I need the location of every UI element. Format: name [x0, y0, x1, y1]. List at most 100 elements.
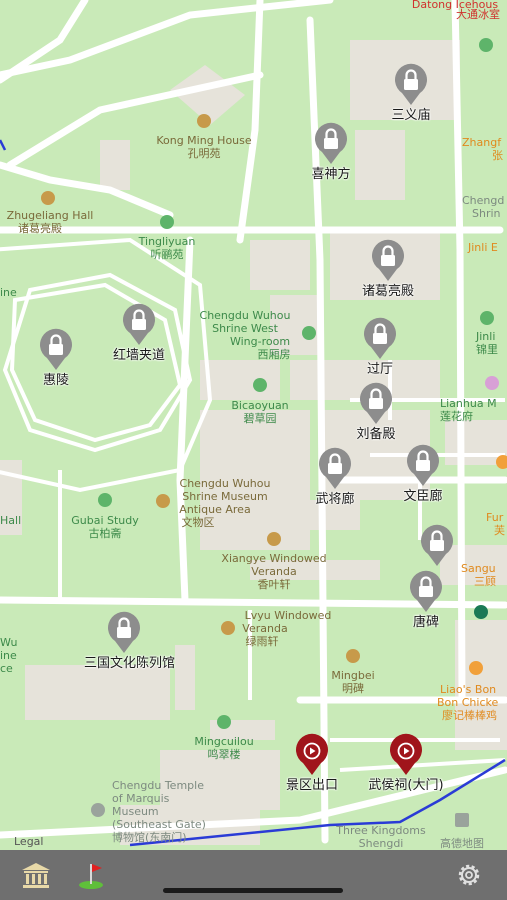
- jinli-icon: [480, 311, 494, 325]
- map-label: 孔明苑: [187, 147, 221, 160]
- site-name: 三国文化陈列馆: [84, 656, 176, 671]
- map-label: Wing-room: [229, 335, 291, 348]
- tab-settings[interactable]: [452, 860, 486, 890]
- map-label: Shrine Museum: [182, 490, 268, 503]
- map-label: Zhugeliang Hall: [6, 209, 94, 222]
- map-label: ce: [0, 662, 13, 675]
- map-label: 文物区: [181, 516, 215, 529]
- tingliyuan-icon: [160, 215, 174, 229]
- locked-site-pin[interactable]: 文臣廊: [383, 443, 463, 505]
- site-name: 文臣廊: [403, 489, 443, 504]
- locked-site-pin[interactable]: [397, 523, 477, 569]
- map-label: 诸葛亮殿: [18, 222, 62, 235]
- locked-site-pin[interactable]: 唐碑: [386, 569, 466, 631]
- locked-site-pin[interactable]: 三义庙: [371, 62, 451, 124]
- golf-flag-icon: [79, 864, 103, 889]
- map-label: (Southeast Gate): [112, 818, 206, 831]
- map-label: 香叶轩: [257, 578, 291, 591]
- lianhua-icon: [485, 376, 499, 390]
- map-label: Mingcuilou: [194, 735, 254, 748]
- gubai-study-icon: [98, 493, 112, 507]
- lock-icon: [364, 317, 396, 359]
- bus-stop-icon: [455, 813, 469, 827]
- site-name: 惠陵: [42, 373, 69, 388]
- home-indicator: [163, 888, 343, 893]
- map-label: Wu: [0, 636, 18, 649]
- map-label: Lvyu Windowed: [244, 609, 332, 622]
- map-label: Shrine West: [212, 322, 278, 335]
- locked-site-pin[interactable]: 三国文化陈列馆: [84, 610, 176, 672]
- map-label: Mingbei: [331, 669, 375, 682]
- map-label: Veranda: [251, 565, 297, 578]
- map-label: Shengdi: [358, 837, 404, 850]
- map-label: Kong Ming House: [156, 134, 252, 147]
- museum-antique-icon: [156, 494, 170, 508]
- food-icon: [496, 455, 507, 469]
- map-label: Chengd: [462, 194, 505, 207]
- map-label: Liao's Bon: [440, 683, 497, 696]
- map-label: Xiangye Windowed: [221, 552, 327, 565]
- map-view[interactable]: Datong Icehous 大通冰室 Kong Ming House 孔明苑 …: [0, 0, 507, 850]
- map-label: 碧草园: [243, 412, 277, 425]
- locked-site-pin[interactable]: 刘备殿: [336, 381, 416, 443]
- site-name: 唐碑: [412, 615, 439, 630]
- map-label: Veranda: [242, 622, 288, 635]
- west-wing-icon: [302, 326, 316, 340]
- play-icon: [296, 733, 328, 775]
- site-name: 景区出口: [285, 778, 338, 793]
- lock-icon: [421, 524, 453, 566]
- locked-site-pin[interactable]: 喜神方: [291, 121, 371, 183]
- locked-site-pin[interactable]: 红墙夹道: [99, 302, 179, 364]
- bottom-tab-bar: [0, 850, 507, 900]
- temple-gate-icon: [91, 803, 105, 817]
- starbucks-icon: [474, 605, 488, 619]
- map-label: Lianhua M: [440, 397, 497, 410]
- map-label: 锦里: [476, 343, 498, 356]
- map-label: Chengdu Temple: [112, 779, 204, 792]
- lock-icon: [360, 382, 392, 424]
- exit-site-pin[interactable]: 武侯祠(大门): [366, 732, 446, 794]
- legal-link[interactable]: Legal: [14, 835, 43, 848]
- map-label: 鸣翠楼: [207, 748, 241, 761]
- locked-site-pin[interactable]: 诸葛亮殿: [348, 238, 428, 300]
- lock-icon: [123, 303, 155, 345]
- map-label: Tingliyuan: [138, 235, 196, 248]
- map-label: ine: [0, 649, 17, 662]
- locked-site-pin[interactable]: 武将廊: [295, 446, 375, 508]
- map-label: Jinli: [476, 330, 496, 343]
- map-label: 绿雨轩: [245, 635, 279, 648]
- locked-site-pin[interactable]: 惠陵: [16, 327, 96, 389]
- lock-icon: [108, 611, 140, 653]
- lock-icon: [40, 328, 72, 370]
- site-name: 过厅: [366, 362, 393, 377]
- site-name: 喜神方: [311, 167, 351, 182]
- exit-site-pin[interactable]: 景区出口: [272, 732, 352, 794]
- lock-icon: [395, 63, 427, 105]
- map-label: 西厢房: [257, 348, 291, 361]
- lock-icon: [407, 444, 439, 486]
- map-base: [0, 0, 507, 847]
- site-name: 刘备殿: [356, 427, 396, 442]
- map-label: Zhangf: [462, 136, 502, 149]
- tab-golf[interactable]: [74, 860, 108, 890]
- map-label: Hall: [0, 514, 22, 527]
- site-name: 三义庙: [391, 108, 431, 123]
- lock-icon: [315, 122, 347, 164]
- map-label: Three Kingdoms: [336, 824, 426, 837]
- map-label: 三顾: [474, 575, 496, 588]
- map-label: 听鹂苑: [150, 248, 184, 261]
- map-label: Bon Chicke: [437, 696, 499, 709]
- site-name: 武侯祠(大门): [368, 778, 444, 793]
- kongming-house-icon: [197, 114, 211, 128]
- tab-museum[interactable]: [19, 860, 53, 890]
- map-label: Jinli E: [468, 241, 498, 254]
- site-name: 武将廊: [315, 492, 355, 507]
- map-label: Fur: [486, 511, 504, 524]
- mingbei-icon: [346, 649, 360, 663]
- map-label: 莲花府: [440, 410, 473, 423]
- map-label: Antique Area: [179, 503, 251, 516]
- lock-icon: [319, 447, 351, 489]
- map-label: Museum: [112, 805, 159, 818]
- datong-icon: [479, 38, 493, 52]
- locked-site-pin[interactable]: 过厅: [340, 316, 420, 378]
